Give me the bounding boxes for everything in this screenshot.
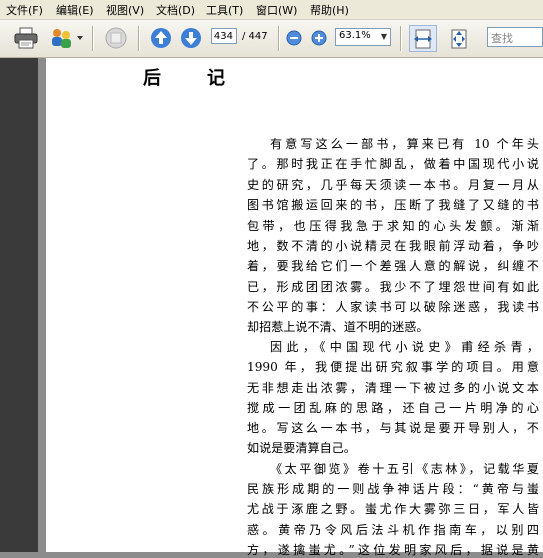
- people-icon: [52, 29, 83, 48]
- attachment-icon: [105, 27, 127, 49]
- page-count: / 447: [242, 31, 268, 42]
- menu-edit[interactable]: 编辑(E): [56, 2, 94, 18]
- printer-icon: [14, 27, 38, 49]
- text-line: 却招惹上说不清、道不明的迷惑。: [247, 320, 429, 334]
- text-line: 地，数不清的小说精灵在我眼前浮动着，争吵: [247, 239, 539, 253]
- zoom-select[interactable]: 63.1% ▼: [335, 28, 391, 46]
- fit-page-button[interactable]: [445, 25, 473, 52]
- menu-file[interactable]: 文件(F): [6, 2, 43, 18]
- fit-width-icon: [414, 29, 432, 48]
- previous-page-button[interactable]: [148, 26, 174, 50]
- page-title: 后记: [143, 68, 271, 89]
- menu-document[interactable]: 文档(D): [156, 2, 195, 18]
- toolbar-separator: [138, 26, 140, 51]
- text-line: 不公平的事：人家读书可以破除迷惑，我读书: [247, 300, 539, 314]
- text-line: 包带，也压得我急于求知的心头发颤。渐渐: [247, 219, 539, 233]
- arrow-down-icon: [181, 28, 201, 48]
- text-line: 着，要我给它们一个差强人意的解说，纠缠不: [247, 259, 539, 273]
- text-line: 有意写这么一部书，算来已有 10 个年头: [270, 137, 539, 151]
- navigation-pane: [0, 58, 38, 552]
- zoom-in-button[interactable]: [310, 29, 328, 47]
- text-line: 史的研究，几乎每天须读一本书。月复一月从: [247, 178, 539, 192]
- fit-page-icon: [451, 29, 467, 48]
- zoom-out-button[interactable]: [285, 29, 303, 47]
- text-line: 民族形成期的一则战争神话片段：“黄帝与蚩: [247, 482, 539, 496]
- search-placeholder: 查找: [491, 32, 513, 45]
- print-button[interactable]: [12, 26, 40, 50]
- arrow-up-icon: [151, 28, 171, 48]
- next-page-button[interactable]: [178, 26, 204, 50]
- menu-window[interactable]: 窗口(W): [256, 2, 297, 18]
- text-line: 搅成一团乱麻的思路，还自己一片明净的心: [247, 401, 539, 415]
- toolbar-separator: [92, 26, 94, 51]
- text-line: 如说是要清算自己。: [247, 441, 356, 455]
- text-line: 了。那时我正在手忙脚乱，做着中国现代小说: [247, 157, 539, 171]
- toolbar: 434 / 447 63.1% ▼ 查找: [0, 20, 543, 58]
- minus-icon: [286, 30, 302, 46]
- text-line: 已，形成团团浓雾。我少不了埋怨世间有如此: [247, 280, 539, 294]
- menu-view[interactable]: 视图(V): [106, 2, 144, 18]
- attach-button[interactable]: [102, 25, 130, 51]
- plus-icon: [311, 30, 327, 46]
- fit-width-button[interactable]: [409, 25, 437, 52]
- zoom-value: 63.1%: [339, 30, 371, 41]
- page-number-input[interactable]: 434: [211, 28, 237, 44]
- share-button[interactable]: [48, 26, 84, 50]
- chevron-down-icon: ▼: [380, 32, 388, 41]
- toolbar-separator: [400, 26, 402, 51]
- toolbar-separator: [278, 26, 280, 51]
- search-input[interactable]: 查找: [487, 27, 543, 47]
- text-line: 1990 年，我便提出研究叙事学的项目。用意: [247, 360, 539, 374]
- text-line: 地。写这么一本书，与其说是要开导别人，不: [247, 421, 539, 435]
- text-line: 无非想走出浓雾，清理一下被过多的小说文本: [247, 381, 539, 395]
- menu-help[interactable]: 帮助(H): [310, 2, 349, 18]
- text-line: 尤战于涿鹿之野。蚩尤作大雾弥三日，军人皆: [247, 502, 539, 516]
- text-line: 《太平御览》卷十五引《志林》，记载华夏: [270, 462, 539, 476]
- text-line: 惑。黄帝乃令风后法斗机作指南车，以别四: [247, 523, 539, 537]
- text-line: 图书馆搬运回来的书，压断了我缝了又缝的书: [247, 198, 539, 212]
- text-line: 因此，《中国现代小说史》甫经杀青，: [270, 340, 539, 354]
- menu-tools[interactable]: 工具(T): [206, 2, 243, 18]
- menu-bar: 文件(F) 编辑(E) 视图(V) 文档(D) 工具(T) 窗口(W) 帮助(H…: [0, 0, 543, 20]
- text-line: 方，遂擒蚩尤。”这位发明家风后，据说是黄: [247, 543, 539, 557]
